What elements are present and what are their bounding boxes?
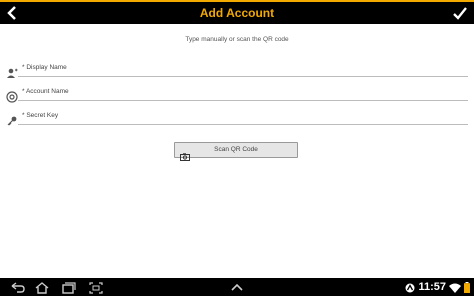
secret-key-placeholder: * Secret Key <box>22 112 59 119</box>
action-bar: Add Account <box>0 0 474 24</box>
screenshot-icon[interactable] <box>88 280 104 294</box>
display-name-field[interactable]: * Display Name <box>18 62 468 77</box>
wifi-icon <box>449 278 461 297</box>
account-name-placeholder: * Account Name <box>22 88 69 95</box>
person-icon <box>6 64 18 78</box>
scan-qr-button[interactable]: Scan QR Code <box>174 142 298 161</box>
account-name-row: * Account Name <box>0 84 474 104</box>
chevron-up-icon[interactable] <box>229 280 245 294</box>
secret-key-row: * Secret Key <box>0 108 474 128</box>
account-name-field[interactable]: * Account Name <box>18 86 468 101</box>
key-icon <box>6 112 18 126</box>
home-nav-icon[interactable] <box>34 280 50 294</box>
page-title: Add Account <box>199 6 275 20</box>
form-area: Type manually or scan the QR code * Disp… <box>0 24 474 278</box>
battery-icon <box>464 278 470 297</box>
display-name-row: * Display Name <box>0 60 474 80</box>
confirm-check-icon[interactable] <box>452 5 468 21</box>
instruction-text: Type manually or scan the QR code <box>185 36 289 43</box>
clock-time: 11:57 <box>418 281 446 293</box>
status-area: 11:57 <box>405 280 470 294</box>
display-name-placeholder: * Display Name <box>22 64 67 71</box>
at-sign-icon <box>6 88 18 103</box>
recents-nav-icon[interactable] <box>60 280 76 294</box>
scan-qr-label: Scan QR Code <box>214 146 258 153</box>
secret-key-field[interactable]: * Secret Key <box>18 110 468 125</box>
system-nav-bar: 11:57 <box>0 278 474 296</box>
signal-icon <box>405 278 415 297</box>
back-nav-icon[interactable] <box>10 280 26 294</box>
